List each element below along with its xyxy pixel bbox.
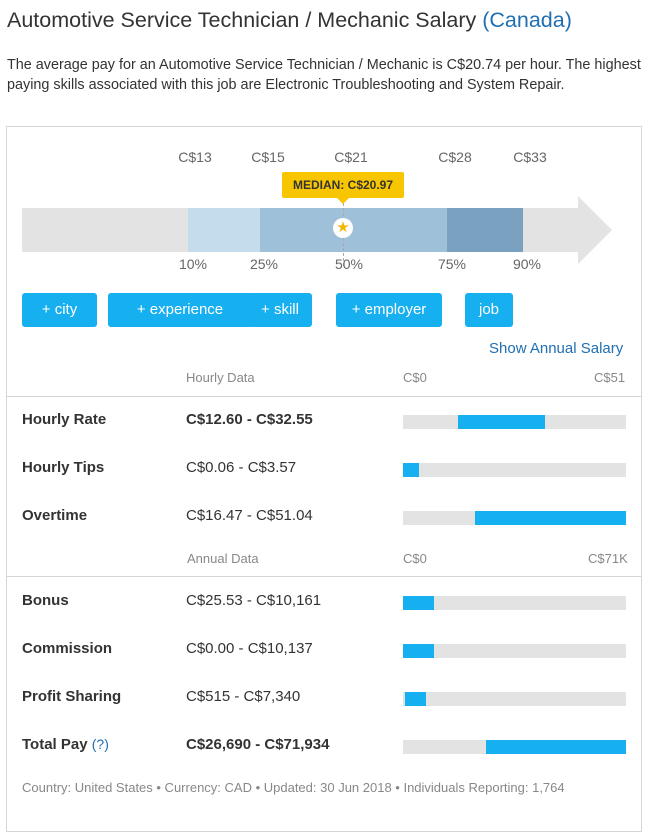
hourly-scale-max: C$51 (594, 370, 626, 385)
range-track (403, 644, 626, 658)
percentile-25: 25% (249, 256, 279, 272)
filter-experience-button[interactable]: + experience (108, 293, 252, 327)
annual-divider (6, 576, 642, 577)
range-75-90 (447, 208, 523, 252)
total-pay-label: Total Pay (22, 736, 88, 753)
filter-skill-button[interactable]: + skill (248, 293, 312, 327)
annual-section-label: Annual Data (187, 551, 259, 566)
row-label: Commission (22, 640, 113, 657)
range-fill (458, 415, 546, 429)
range-track (403, 692, 626, 706)
row-label: Hourly Rate (22, 411, 107, 428)
pay-value-p25: C$15 (251, 149, 285, 165)
row-range: C$0.00 - C$10,137 (186, 640, 313, 657)
percentile-90: 90% (512, 256, 542, 272)
range-track (403, 740, 626, 754)
page-title: Automotive Service Technician / Mechanic… (7, 8, 572, 33)
annual-scale-max: C$71K (588, 551, 628, 566)
range-25-75 (260, 208, 447, 252)
row-label: Bonus (22, 592, 69, 609)
row-label: Profit Sharing (22, 688, 122, 705)
filter-city-button[interactable]: + city (22, 293, 97, 327)
filter-job-button[interactable]: job (465, 293, 513, 327)
range-fill (404, 692, 426, 706)
row-range: C$26,690 - C$71,934 (186, 736, 330, 753)
range-track (403, 511, 626, 525)
row-range: C$16.47 - C$51.04 (186, 507, 313, 524)
intro-paragraph: The average pay for an Automotive Servic… (7, 57, 641, 93)
row-label: Overtime (22, 507, 88, 524)
row-range: C$25.53 - C$10,161 (186, 592, 322, 609)
range-track (403, 415, 626, 429)
hourly-scale-min: C$0 (403, 370, 427, 385)
filter-employer-button[interactable]: + employer (336, 293, 442, 327)
hourly-section-label: Hourly Data (186, 370, 255, 385)
range-fill (474, 511, 626, 525)
range-track (403, 463, 626, 477)
annual-scale-min: C$0 (403, 551, 427, 566)
pay-value-p90: C$33 (513, 149, 547, 165)
row-range: C$0.06 - C$3.57 (186, 459, 297, 476)
pay-value-p50: C$21 (334, 149, 368, 165)
range-fill (403, 596, 435, 610)
range-10-25 (188, 208, 260, 252)
hourly-divider (6, 396, 642, 397)
percentile-50: 50% (334, 256, 364, 272)
pay-value-p10: C$13 (178, 149, 212, 165)
range-track (403, 596, 626, 610)
help-link[interactable]: (?) (92, 736, 109, 752)
percentile-75: 75% (437, 256, 467, 272)
row-range: C$12.60 - C$32.55 (186, 411, 313, 428)
median-star-icon: ★ (333, 218, 353, 238)
show-annual-salary-link[interactable]: Show Annual Salary (489, 340, 623, 357)
range-fill (403, 463, 419, 477)
row-range: C$515 - C$7,340 (186, 688, 301, 705)
percentile-10: 10% (178, 256, 208, 272)
footer-meta: Country: United States • Currency: CAD •… (22, 780, 565, 795)
range-fill (403, 644, 435, 658)
distribution-arrow-head (578, 196, 612, 264)
range-fill (485, 740, 626, 754)
row-label: Hourly Tips (22, 459, 105, 476)
country-label: (Canada) (482, 8, 572, 32)
median-label: MEDIAN: C$20.97 (282, 172, 404, 204)
pay-value-p75: C$28 (438, 149, 472, 165)
job-title: Automotive Service Technician / Mechanic… (7, 8, 477, 32)
row-label: Total Pay (?) (22, 736, 109, 753)
